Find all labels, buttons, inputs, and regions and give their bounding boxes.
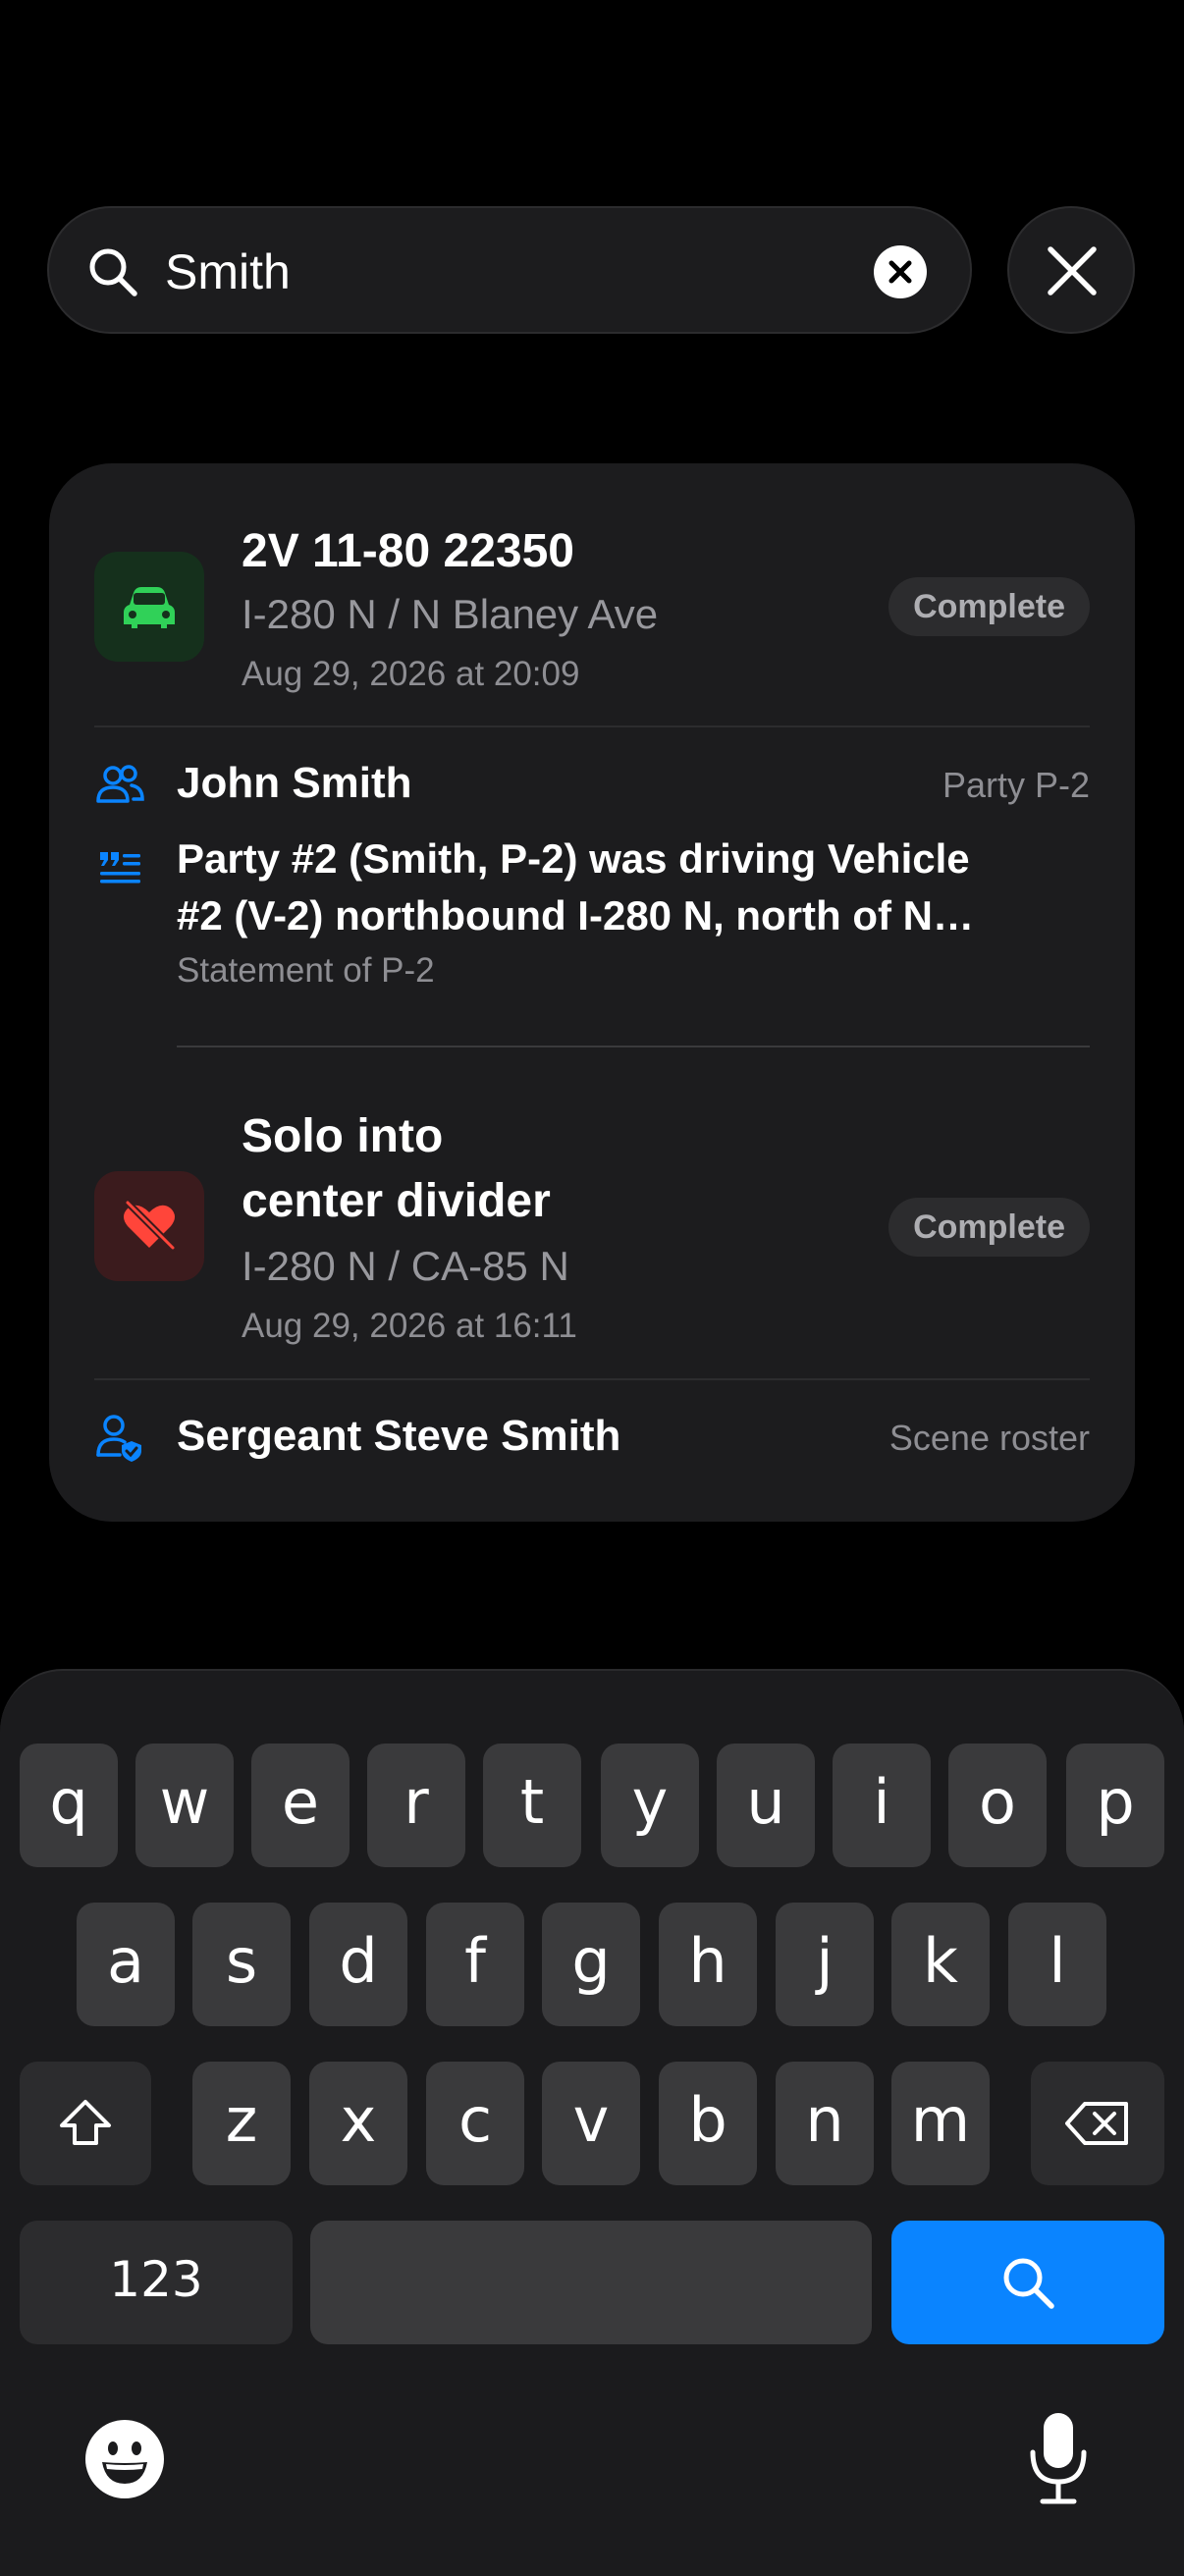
key-g[interactable]: g <box>542 1903 640 2026</box>
key-m[interactable]: m <box>891 2062 990 2185</box>
key-v[interactable]: v <box>542 2062 640 2185</box>
key-q[interactable]: q <box>20 1744 118 1867</box>
key-w[interactable]: w <box>135 1744 234 1867</box>
key-o[interactable]: o <box>948 1744 1047 1867</box>
key-p[interactable]: p <box>1066 1744 1164 1867</box>
statement-line-2: #2 (V-2) northbound I-280 N, north of N… <box>177 892 974 939</box>
statement-source: Statement of P-2 <box>177 951 435 990</box>
search-results-card: 2V 11-80 22350 I-280 N / N Blaney Ave Au… <box>49 463 1135 1522</box>
emoji-icon <box>85 2420 164 2498</box>
key-t[interactable]: t <box>483 1744 581 1867</box>
key-j[interactable]: j <box>776 1903 874 2026</box>
incident-title-line-1: Solo into <box>242 1110 444 1162</box>
delete-key[interactable] <box>1031 2062 1164 2185</box>
incident-title-line-2: center divider <box>242 1175 551 1227</box>
key-r[interactable]: r <box>367 1744 465 1867</box>
keyboard: q w e r t y u i o p a s d f g h j k l z … <box>0 1669 1184 2576</box>
key-f[interactable]: f <box>426 1903 524 2026</box>
search-field[interactable]: Smith <box>47 206 972 334</box>
incident-title: 2V 11-80 22350 <box>242 525 574 577</box>
party-name: John Smith <box>177 759 412 807</box>
key-e[interactable]: e <box>251 1744 350 1867</box>
roster-tag: Scene roster <box>888 1418 1090 1458</box>
search-input[interactable]: Smith <box>165 241 291 303</box>
roster-name: Sergeant Steve Smith <box>177 1412 621 1460</box>
incident-location: I-280 N / N Blaney Ave <box>242 591 659 637</box>
key-u[interactable]: u <box>717 1744 815 1867</box>
key-a[interactable]: a <box>77 1903 175 2026</box>
emoji-key[interactable] <box>84 2419 165 2499</box>
dictation-key[interactable] <box>1027 2409 1090 2507</box>
microphone-icon <box>1030 2413 1087 2504</box>
status-badge: Complete <box>888 577 1090 636</box>
person-badge-icon <box>94 1412 145 1463</box>
incident-location: I-280 N / CA-85 N <box>242 1243 569 1289</box>
key-x[interactable]: x <box>309 2062 407 2185</box>
divider <box>177 1046 1090 1047</box>
search-icon <box>1003 2258 1054 2309</box>
incident-timestamp: Aug 29, 2026 at 16:11 <box>242 1307 577 1345</box>
space-key[interactable] <box>310 2221 872 2344</box>
divider <box>94 725 1090 727</box>
close-icon <box>1048 246 1097 295</box>
backspace-icon <box>1065 2102 1128 2145</box>
divider <box>94 1378 1090 1380</box>
statement-line-1: Party #2 (Smith, P-2) was driving Vehicl… <box>177 835 970 882</box>
close-search-button[interactable] <box>1007 206 1135 334</box>
shift-icon <box>60 2100 111 2145</box>
search-icon <box>86 245 139 298</box>
status-badge: Complete <box>888 1198 1090 1257</box>
broken-heart-icon <box>94 1171 204 1281</box>
shift-key[interactable] <box>20 2062 151 2185</box>
car-icon <box>94 552 204 662</box>
key-l[interactable]: l <box>1008 1903 1106 2026</box>
key-n[interactable]: n <box>776 2062 874 2185</box>
people-icon <box>94 760 145 811</box>
key-b[interactable]: b <box>659 2062 757 2185</box>
clear-text-icon[interactable] <box>874 245 927 298</box>
key-c[interactable]: c <box>426 2062 524 2185</box>
party-tag: Party P-2 <box>942 765 1090 805</box>
key-k[interactable]: k <box>891 1903 990 2026</box>
key-i[interactable]: i <box>833 1744 931 1867</box>
key-d[interactable]: d <box>309 1903 407 2026</box>
search-key[interactable] <box>891 2221 1164 2344</box>
key-h[interactable]: h <box>659 1903 757 2026</box>
key-z[interactable]: z <box>192 2062 291 2185</box>
key-s[interactable]: s <box>192 1903 291 2026</box>
numbers-key[interactable]: 123 <box>20 2221 293 2344</box>
key-y[interactable]: y <box>601 1744 699 1867</box>
quote-icon <box>94 840 145 891</box>
incident-timestamp: Aug 29, 2026 at 20:09 <box>242 655 580 693</box>
